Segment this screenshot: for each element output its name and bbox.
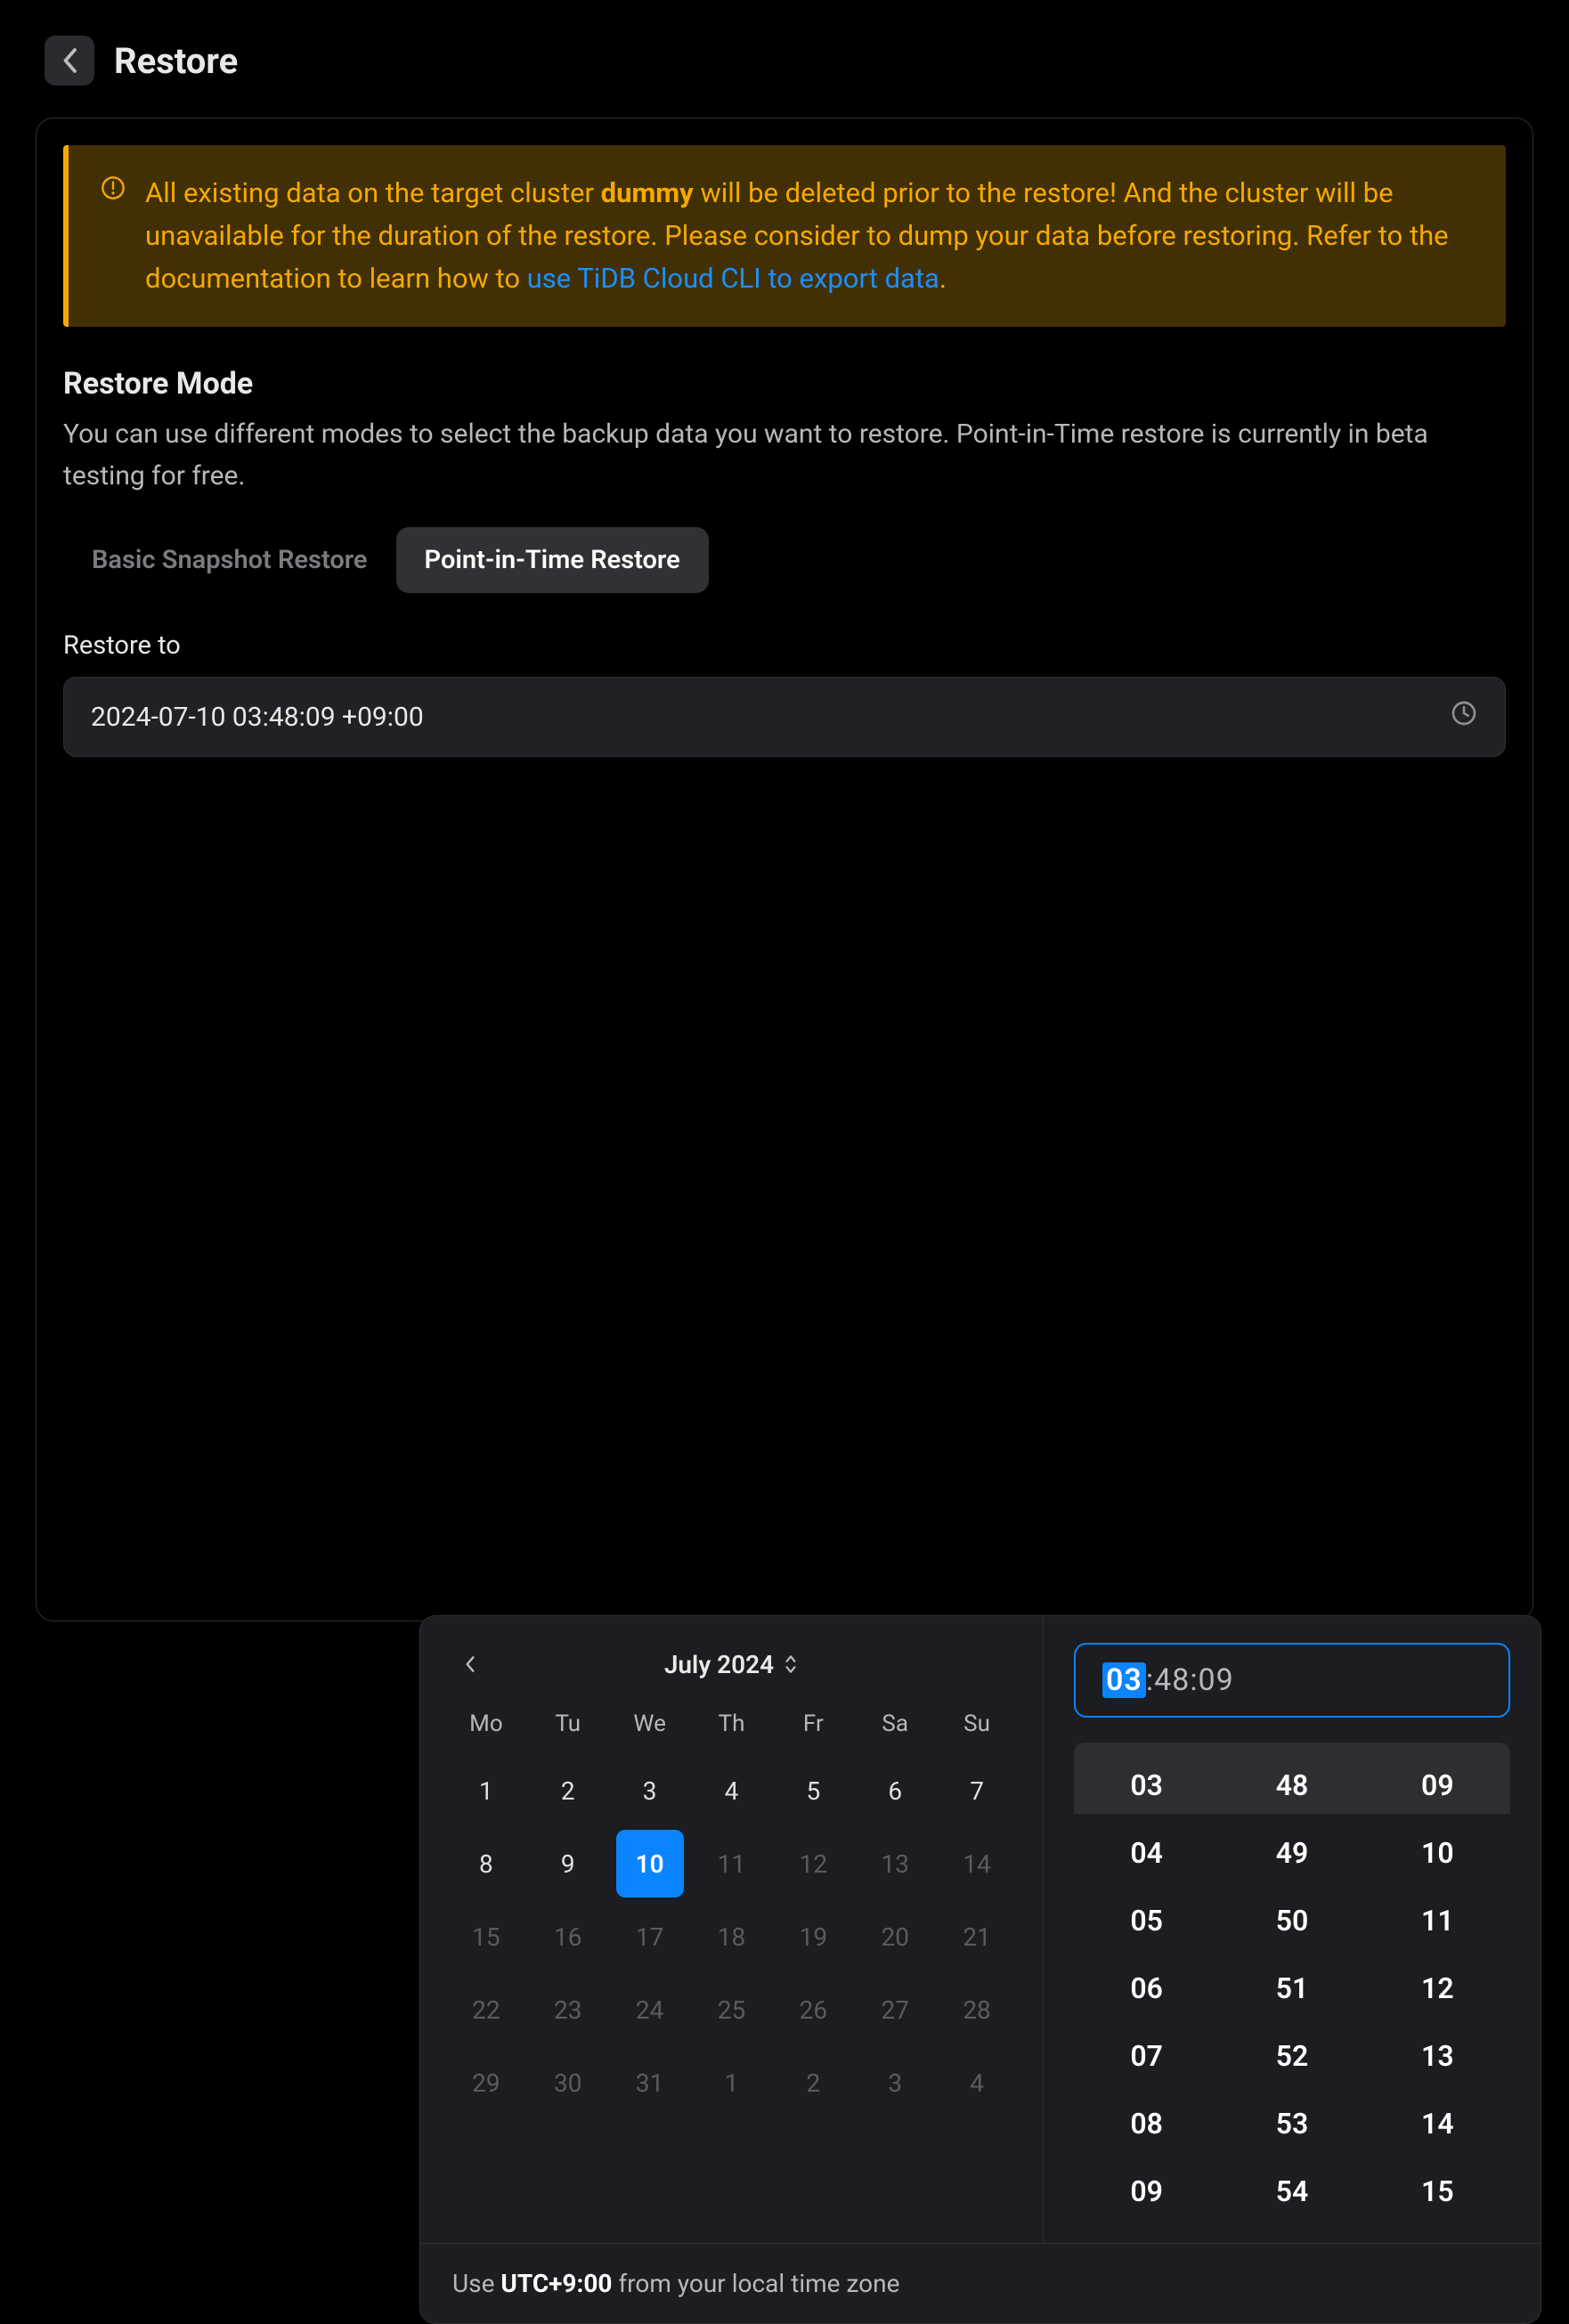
- calendar-day[interactable]: 10: [616, 1830, 684, 1897]
- calendar-day: 27: [854, 1976, 936, 2044]
- calendar-day: 22: [445, 1976, 527, 2044]
- cluster-name: dummy: [601, 176, 694, 209]
- calendar-dow: Th: [691, 1703, 773, 1751]
- calendar-day[interactable]: 8: [445, 1830, 527, 1897]
- wheel-value[interactable]: 49: [1276, 1832, 1309, 1874]
- time-pane: 03 : 48 : 09 03 04 05 06 07 08 09 48 49 50 51 52 53…: [1044, 1616, 1541, 2243]
- time-seconds: 09: [1199, 1662, 1234, 1698]
- back-button[interactable]: [45, 36, 94, 85]
- calendar-day: 13: [854, 1830, 936, 1897]
- calendar-day: 31: [609, 2049, 691, 2117]
- calendar-dow: Su: [936, 1703, 1018, 1751]
- chevron-left-icon: [60, 47, 79, 74]
- time-minutes: 48: [1154, 1662, 1190, 1698]
- wheel-value[interactable]: 03: [1130, 1764, 1163, 1807]
- prev-month-button[interactable]: [454, 1648, 486, 1680]
- restore-to-label: Restore to: [63, 630, 1506, 661]
- restore-to-input[interactable]: 2024-07-10 03:48:09 +09:00: [63, 677, 1506, 757]
- chevron-left-icon: [463, 1654, 477, 1674]
- timezone-note: Use UTC+9:00 from your local time zone: [420, 2243, 1541, 2323]
- wheel-value[interactable]: 07: [1130, 2035, 1163, 2077]
- calendar-dow: Mo: [445, 1703, 527, 1751]
- doc-link[interactable]: use TiDB Cloud CLI to export data: [527, 262, 939, 295]
- seconds-wheel[interactable]: 09 10 11 12 13 14 15: [1365, 1743, 1510, 2234]
- calendar-day: 12: [772, 1830, 854, 1897]
- chevron-up-down-icon: [783, 1654, 799, 1675]
- restore-card: All existing data on the target cluster …: [36, 118, 1533, 1621]
- page-title: Restore: [114, 40, 238, 82]
- wheel-value[interactable]: 51: [1276, 1967, 1309, 2010]
- calendar-dow: Tu: [527, 1703, 609, 1751]
- month-select[interactable]: July 2024: [664, 1650, 799, 1679]
- hours-wheel[interactable]: 03 04 05 06 07 08 09: [1074, 1743, 1219, 2234]
- wheel-value[interactable]: 09: [1130, 2170, 1163, 2213]
- calendar-day: 14: [936, 1830, 1018, 1897]
- calendar-day: 11: [691, 1830, 773, 1897]
- calendar-day: 16: [527, 1903, 609, 1971]
- wheel-value[interactable]: 48: [1276, 1764, 1309, 1807]
- calendar-dow: Fr: [772, 1703, 854, 1751]
- restore-mode-segment: Basic Snapshot Restore Point-in-Time Res…: [63, 527, 1506, 593]
- wheel-value[interactable]: 08: [1130, 2102, 1163, 2145]
- calendar-day[interactable]: 6: [854, 1757, 936, 1824]
- time-wheels: 03 04 05 06 07 08 09 48 49 50 51 52 53 54 09 10 11 12 13…: [1074, 1743, 1510, 2234]
- calendar-day: 2: [772, 2049, 854, 2117]
- wheel-value[interactable]: 11: [1421, 1899, 1454, 1942]
- calendar-day: 25: [691, 1976, 773, 2044]
- restore-mode-title: Restore Mode: [63, 366, 1506, 402]
- wheel-value[interactable]: 13: [1421, 2035, 1454, 2077]
- calendar-day: 29: [445, 2049, 527, 2117]
- wheel-value[interactable]: 10: [1421, 1832, 1454, 1874]
- calendar-day: 24: [609, 1976, 691, 2044]
- calendar-day: 17: [609, 1903, 691, 1971]
- calendar-dow: Sa: [854, 1703, 936, 1751]
- calendar-day: 28: [936, 1976, 1018, 2044]
- wheel-value[interactable]: 15: [1421, 2170, 1454, 2213]
- tab-point-in-time[interactable]: Point-in-Time Restore: [396, 527, 709, 593]
- calendar-day: 1: [691, 2049, 773, 2117]
- calendar-day[interactable]: 3: [609, 1757, 691, 1824]
- calendar-day[interactable]: 2: [527, 1757, 609, 1824]
- calendar-day: 20: [854, 1903, 936, 1971]
- calendar-day: 18: [691, 1903, 773, 1971]
- calendar-day: 4: [936, 2049, 1018, 2117]
- wheel-value[interactable]: 12: [1421, 1967, 1454, 2010]
- wheel-value[interactable]: 14: [1421, 2102, 1454, 2145]
- wheel-value[interactable]: 54: [1276, 2170, 1309, 2213]
- clock-icon: [1450, 699, 1478, 735]
- restore-mode-subtitle: You can use different modes to select th…: [63, 414, 1506, 497]
- time-hours: 03: [1102, 1662, 1146, 1698]
- calendar-day: 15: [445, 1903, 527, 1971]
- calendar-day: 30: [527, 2049, 609, 2117]
- calendar: July 2024 MoTuWeThFrSaSu1234567891011121…: [420, 1616, 1044, 2243]
- wheel-value[interactable]: 50: [1276, 1899, 1309, 1942]
- calendar-day[interactable]: 9: [527, 1830, 609, 1897]
- wheel-value[interactable]: 09: [1421, 1764, 1454, 1807]
- warning-message: All existing data on the target cluster …: [145, 172, 1474, 300]
- restore-to-value: 2024-07-10 03:48:09 +09:00: [91, 702, 424, 733]
- time-input[interactable]: 03 : 48 : 09: [1074, 1643, 1510, 1718]
- wheel-value[interactable]: 53: [1276, 2102, 1309, 2145]
- wheel-value[interactable]: 52: [1276, 2035, 1309, 2077]
- calendar-day: 19: [772, 1903, 854, 1971]
- calendar-day: 3: [854, 2049, 936, 2117]
- calendar-day[interactable]: 1: [445, 1757, 527, 1824]
- minutes-wheel[interactable]: 48 49 50 51 52 53 54: [1219, 1743, 1364, 2234]
- tab-basic-snapshot[interactable]: Basic Snapshot Restore: [63, 527, 396, 593]
- calendar-dow: We: [609, 1703, 691, 1751]
- calendar-day[interactable]: 7: [936, 1757, 1018, 1824]
- calendar-day: 26: [772, 1976, 854, 2044]
- calendar-day[interactable]: 5: [772, 1757, 854, 1824]
- calendar-day: 23: [527, 1976, 609, 2044]
- datetime-popover: July 2024 MoTuWeThFrSaSu1234567891011121…: [419, 1615, 1541, 2324]
- wheel-value[interactable]: 04: [1130, 1832, 1163, 1874]
- calendar-day: 21: [936, 1903, 1018, 1971]
- warning-icon: [101, 172, 126, 300]
- warning-alert: All existing data on the target cluster …: [63, 145, 1506, 327]
- wheel-value[interactable]: 06: [1130, 1967, 1163, 2010]
- wheel-value[interactable]: 05: [1130, 1899, 1163, 1942]
- calendar-day[interactable]: 4: [691, 1757, 773, 1824]
